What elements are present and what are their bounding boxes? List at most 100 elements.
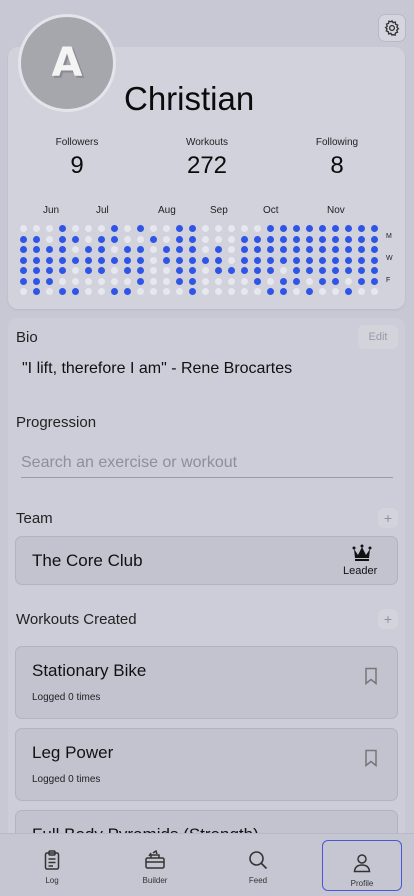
activity-day-empty (228, 277, 235, 285)
activity-day-active (293, 277, 300, 285)
activity-day-active (215, 246, 222, 253)
bio-text: "I lift, therefore I am" - Rene Brocarte… (22, 360, 293, 377)
activity-day-active (98, 235, 105, 243)
activity-day-active (319, 256, 326, 264)
workout-card[interactable]: Stationary Bike Logged 0 times (15, 646, 398, 719)
activity-day-active (267, 246, 274, 253)
activity-day-active (280, 235, 287, 243)
activity-day-empty (306, 277, 313, 285)
activity-day-active (111, 256, 118, 264)
activity-day-active (189, 277, 196, 285)
activity-day-active (293, 246, 300, 253)
activity-day-active (345, 235, 352, 243)
tab-profile[interactable]: Profile (322, 840, 402, 891)
activity-day-empty (98, 225, 105, 232)
day-label: W (386, 255, 393, 262)
team-card[interactable]: The Core Club Leader (15, 536, 398, 585)
activity-day-empty (137, 235, 144, 243)
activity-day-active (20, 246, 27, 253)
activity-day-empty (202, 267, 209, 274)
settings-button[interactable] (378, 14, 406, 42)
activity-day-active (306, 246, 313, 253)
activity-day-active (85, 246, 92, 253)
avatar[interactable]: A (18, 14, 116, 112)
activity-day-active (124, 256, 131, 264)
activity-day-active (72, 235, 79, 243)
stat-workouts[interactable]: Workouts 272 (157, 137, 257, 180)
workouts-created-title: Workouts Created (16, 611, 137, 628)
search-input[interactable] (21, 450, 393, 476)
activity-day-active (371, 225, 378, 232)
edit-bio-button[interactable]: Edit (358, 325, 398, 349)
activity-day-active (59, 288, 66, 295)
bookmark-icon[interactable] (363, 749, 379, 767)
activity-day-active (137, 246, 144, 253)
tab-log[interactable]: Log (12, 838, 92, 888)
activity-day-active (189, 267, 196, 274)
activity-day-empty (228, 256, 235, 264)
activity-day-active (215, 256, 222, 264)
activity-day-active (150, 235, 157, 243)
stat-followers[interactable]: Followers 9 (27, 137, 127, 180)
activity-day-active (332, 267, 339, 274)
activity-day-empty (176, 288, 183, 295)
activity-day-active (358, 246, 365, 253)
activity-day-active (241, 246, 248, 253)
tab-builder[interactable]: Builder (115, 838, 195, 888)
activity-day-active (124, 288, 131, 295)
activity-day-empty (215, 288, 222, 295)
activity-day-active (20, 267, 27, 274)
activity-day-active (293, 225, 300, 232)
activity-day-empty (150, 256, 157, 264)
activity-day-active (254, 246, 261, 253)
activity-day-empty (150, 225, 157, 232)
stat-following[interactable]: Following 8 (287, 137, 387, 180)
activity-day-active (137, 267, 144, 274)
activity-day-active (319, 277, 326, 285)
activity-day-empty (72, 225, 79, 232)
activity-day-active (72, 256, 79, 264)
activity-day-active (59, 225, 66, 232)
activity-day-empty (254, 288, 261, 295)
tab-feed[interactable]: Feed (218, 838, 298, 888)
activity-day-empty (98, 277, 105, 285)
activity-day-empty (85, 277, 92, 285)
activity-day-active (358, 256, 365, 264)
activity-day-active (332, 246, 339, 253)
activity-day-active (59, 256, 66, 264)
add-team-button[interactable]: + (378, 508, 398, 528)
month-label: Sep (210, 205, 228, 216)
activity-day-active (189, 225, 196, 232)
activity-day-active (280, 277, 287, 285)
activity-day-active (358, 277, 365, 285)
activity-day-empty (137, 288, 144, 295)
stat-value: 272 (186, 152, 228, 179)
avatar-initial: A (51, 40, 83, 86)
activity-day-empty (72, 246, 79, 253)
activity-day-active (46, 256, 53, 264)
activity-day-active (293, 256, 300, 264)
activity-day-active (371, 246, 378, 253)
activity-day-empty (202, 288, 209, 295)
tab-label: Feed (248, 876, 268, 885)
bookmark-icon[interactable] (363, 667, 379, 685)
activity-day-active (189, 288, 196, 295)
tab-label: Builder (142, 876, 168, 885)
add-workout-button[interactable]: + (378, 609, 398, 629)
activity-day-active (33, 246, 40, 253)
activity-day-active (280, 288, 287, 295)
crown-icon (352, 544, 372, 561)
activity-day-empty (241, 277, 248, 285)
activity-day-active (111, 288, 118, 295)
activity-day-active (98, 256, 105, 264)
activity-day-active (371, 256, 378, 264)
month-label: Jun (43, 205, 60, 216)
activity-day-active (254, 267, 261, 274)
activity-day-active (163, 246, 170, 253)
tab-label: Profile (350, 879, 374, 888)
workout-card[interactable]: Leg Power Logged 0 times (15, 728, 398, 801)
activity-day-active (189, 246, 196, 253)
activity-day-empty (20, 225, 27, 232)
activity-day-empty (163, 277, 170, 285)
activity-day-empty (72, 277, 79, 285)
